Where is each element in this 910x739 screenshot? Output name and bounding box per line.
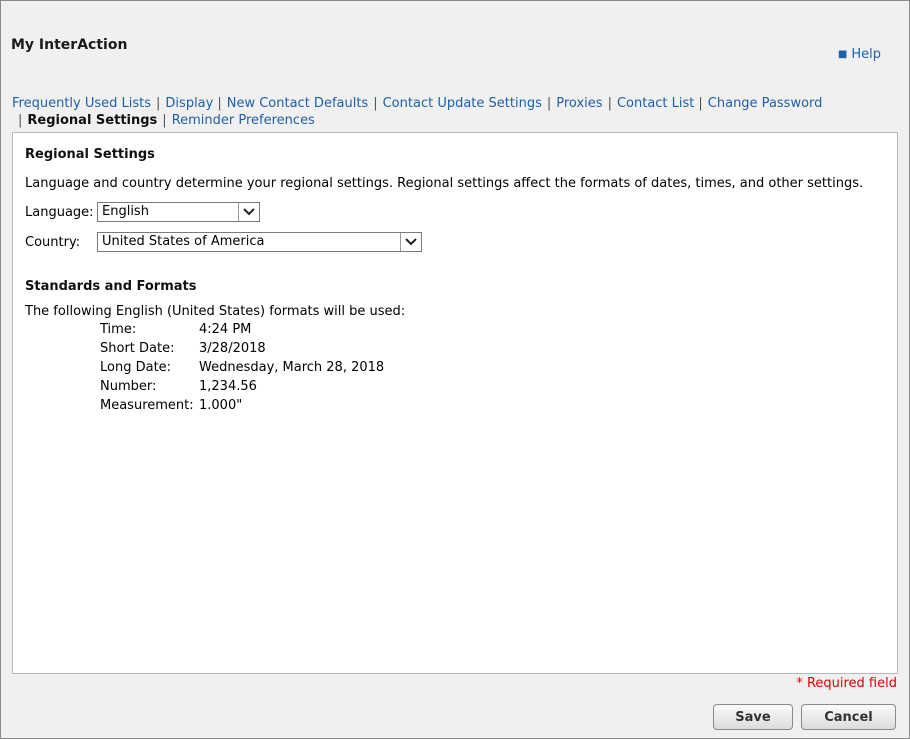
format-row-number: Number: 1,234.56 [100,379,384,398]
help-link[interactable]: ■ Help [838,47,881,62]
formats-table: Time: 4:24 PM Short Date: 3/28/2018 Long… [100,322,384,417]
cancel-button[interactable]: Cancel [801,704,896,730]
regional-settings-heading: Regional Settings [25,147,155,162]
format-value: 3/28/2018 [199,341,266,356]
settings-tabs: Frequently Used Lists | Display | New Contac… [12,95,892,129]
tab-frequently-used-lists[interactable]: Frequently Used Lists [12,96,151,111]
formats-intro: The following English (United States) fo… [25,304,406,319]
tab-display[interactable]: Display [165,96,213,111]
format-label: Measurement: [100,398,194,413]
tab-regional-settings[interactable]: Regional Settings [27,113,157,128]
format-value: 1,234.56 [199,379,257,394]
format-value: 1.000" [199,398,243,413]
format-label: Short Date: [100,341,175,356]
square-bullet-icon: ■ [837,49,848,60]
settings-window: My InterAction ■ Help Frequently Used Lis… [0,0,910,739]
format-value: Wednesday, March 28, 2018 [199,360,385,375]
format-row-time: Time: 4:24 PM [100,322,384,341]
tab-proxies[interactable]: Proxies [556,96,602,111]
help-label: Help [851,47,881,62]
tab-separator: | [607,96,612,111]
format-row-measurement: Measurement: 1.000" [100,398,384,417]
tab-new-contact-defaults[interactable]: New Contact Defaults [227,96,368,111]
format-label: Time: [100,322,137,337]
format-value: 4:24 PM [199,322,252,337]
standards-formats-heading: Standards and Formats [25,279,197,294]
country-label: Country: [25,235,81,250]
tab-contact-update-settings[interactable]: Contact Update Settings [383,96,542,111]
language-select[interactable]: English [97,202,260,222]
page-title: My InterAction [11,37,128,53]
save-button[interactable]: Save [713,704,793,730]
tab-separator: | [546,96,552,111]
country-value: United States of America [102,234,265,249]
tab-contact-list[interactable]: Contact List [617,96,694,111]
tab-separator: | [373,96,378,111]
regional-settings-description: Language and country determine your regi… [25,176,864,191]
required-field-note: * Required field [796,676,897,691]
tab-separator: | [18,113,23,128]
tab-reminder-preferences[interactable]: Reminder Preferences [172,113,315,128]
tab-separator: | [217,96,222,111]
format-label: Number: [100,379,157,394]
tab-separator: | [698,96,703,111]
settings-panel: Regional Settings Language and country d… [12,132,898,674]
country-select[interactable]: United States of America [97,232,422,252]
tab-change-password[interactable]: Change Password [708,96,823,111]
language-value: English [102,204,149,219]
language-label: Language: [25,205,94,220]
format-label: Long Date: [100,360,172,375]
tab-separator: | [162,113,167,128]
format-row-short-date: Short Date: 3/28/2018 [100,341,384,360]
chevron-down-icon[interactable] [400,233,421,251]
format-row-long-date: Long Date: Wednesday, March 28, 2018 [100,360,384,379]
chevron-down-icon[interactable] [238,203,259,221]
tab-separator: | [156,96,161,111]
